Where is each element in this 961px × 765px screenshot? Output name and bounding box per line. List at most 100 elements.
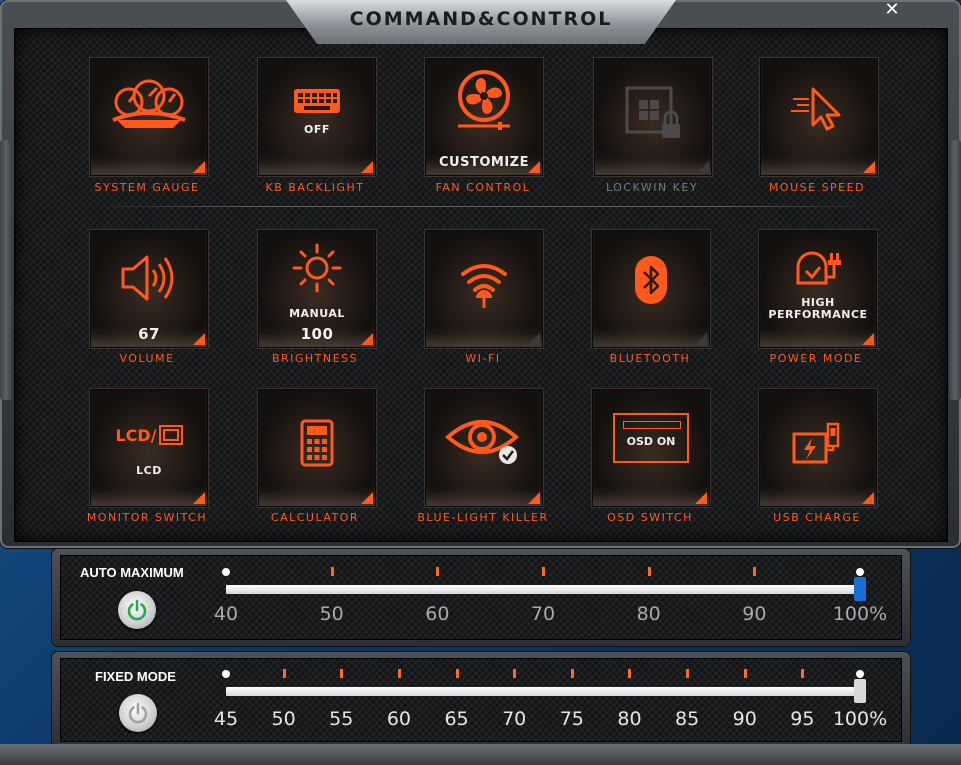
slider-end-dot bbox=[222, 568, 230, 576]
tile-label: POWER MODE bbox=[769, 352, 863, 365]
calculator-icon bbox=[259, 412, 375, 474]
slider-tick-label: 45 bbox=[213, 708, 239, 730]
close-icon: ✕ bbox=[884, 0, 900, 20]
window-bottom-edge bbox=[0, 744, 961, 765]
slider-tick-mark bbox=[743, 669, 747, 678]
slider-tick-mark bbox=[397, 669, 401, 678]
slider-track[interactable] bbox=[226, 585, 860, 594]
tile-corner-indicator bbox=[193, 492, 205, 504]
tile-corner-indicator bbox=[862, 492, 874, 504]
slider-tick-label: 85 bbox=[674, 708, 700, 730]
slider-track[interactable] bbox=[226, 687, 860, 696]
tile-kb-backlight[interactable]: OFF bbox=[258, 58, 376, 176]
slider-tick-mark bbox=[570, 669, 574, 678]
tile-calculator[interactable] bbox=[258, 389, 376, 507]
tile-corner-indicator bbox=[193, 333, 205, 345]
tile-system-gauge[interactable] bbox=[90, 58, 208, 176]
slider-tick-label: 100% bbox=[832, 603, 888, 625]
tile-label: MONITOR SWITCH bbox=[86, 511, 208, 524]
tile-wifi[interactable] bbox=[425, 230, 543, 348]
brightness-mode: MANUAL bbox=[289, 307, 345, 320]
monitor-switch-icon: LCD/ bbox=[91, 420, 207, 450]
tile-corner-indicator bbox=[863, 161, 875, 173]
slider-tick-label: 40 bbox=[213, 603, 239, 625]
slider-tick-label: 100% bbox=[832, 708, 888, 730]
app-title: COMMAND&CONTROL bbox=[349, 8, 613, 30]
tile-corner-indicator bbox=[862, 333, 874, 345]
auto-maximum-power-button[interactable] bbox=[118, 591, 156, 629]
wifi-icon bbox=[426, 253, 542, 315]
slider-tick-mark bbox=[628, 669, 632, 678]
slider-tick-label: 70 bbox=[502, 708, 527, 730]
tile-label: BLUE-LIGHT KILLER bbox=[417, 511, 549, 524]
power-plug-icon bbox=[760, 249, 876, 289]
volume-value: 67 bbox=[138, 325, 160, 343]
tile-label: BLUETOOTH bbox=[609, 352, 691, 365]
slider-tick-label: 55 bbox=[329, 708, 354, 730]
tile-power-mode[interactable]: HIGH PERFORMANCE bbox=[759, 230, 877, 348]
auto-maximum-panel: AUTO MAXIMUM 40 50 60 70 80 90 100% bbox=[52, 549, 910, 646]
power-icon bbox=[128, 702, 148, 724]
slider-tick-mark bbox=[330, 567, 334, 576]
tile-label: MOUSE SPEED bbox=[768, 181, 866, 194]
usb-charge-icon bbox=[760, 412, 876, 474]
close-button[interactable]: ✕ bbox=[882, 0, 902, 20]
slider-end-dot bbox=[856, 670, 864, 678]
tile-label: CALCULATOR bbox=[270, 511, 360, 524]
slider-tick-label: 70 bbox=[530, 603, 556, 625]
power-mode-line2: PERFORMANCE bbox=[768, 308, 868, 321]
tile-label: FAN CONTROL bbox=[435, 181, 531, 194]
slider-tick-mark bbox=[436, 567, 440, 576]
slider-thumb[interactable] bbox=[854, 577, 866, 601]
auto-maximum-inner bbox=[60, 555, 902, 640]
power-icon bbox=[127, 599, 147, 621]
tile-bluetooth[interactable] bbox=[592, 230, 710, 348]
slider-tick-mark bbox=[753, 567, 757, 576]
fan-control-status: CUSTOMIZE bbox=[439, 155, 529, 170]
eye-check-icon bbox=[426, 408, 542, 470]
osd-icon: OSD ON bbox=[593, 410, 709, 466]
tile-corner-indicator bbox=[528, 492, 540, 504]
slider-tick-mark bbox=[542, 567, 545, 576]
slider-tick-label: 50 bbox=[271, 708, 296, 730]
right-frame-decoration bbox=[949, 140, 961, 400]
tile-brightness[interactable]: MANUAL 100 bbox=[258, 230, 376, 348]
slider-tick-mark bbox=[686, 669, 690, 678]
slider-tick-mark bbox=[455, 669, 459, 678]
tile-label: SYSTEM GAUGE bbox=[94, 181, 200, 194]
slider-thumb[interactable] bbox=[854, 679, 866, 703]
slider-tick-label: 95 bbox=[790, 708, 815, 730]
tile-osd-switch[interactable]: OSD ON bbox=[592, 389, 710, 507]
tile-lockwin-key[interactable] bbox=[594, 58, 712, 176]
slider-tick-mark bbox=[340, 669, 344, 678]
slider-tick-label: 80 bbox=[636, 603, 661, 625]
slider-end-dot bbox=[856, 568, 864, 576]
slider-tick-label: 50 bbox=[319, 603, 344, 625]
fixed-mode-panel: FIXED MODE 45 50 55 60 65 70 75 80 85 90 95 100% bbox=[52, 652, 910, 748]
tile-corner-indicator bbox=[193, 161, 205, 173]
tile-monitor-switch[interactable]: LCD/ LCD bbox=[90, 389, 208, 507]
tile-corner-indicator bbox=[528, 333, 540, 345]
tile-label: WI-FI bbox=[465, 352, 501, 365]
slider-tick-label: 65 bbox=[444, 708, 469, 730]
tile-volume[interactable]: 67 bbox=[90, 230, 208, 348]
fixed-mode-power-button[interactable] bbox=[119, 694, 157, 732]
slider-tick-mark bbox=[282, 669, 286, 678]
tile-mouse-speed[interactable] bbox=[760, 58, 878, 176]
tile-fan-control[interactable]: CUSTOMIZE bbox=[425, 58, 543, 176]
main-window: COMMAND&CONTROL ✕ SYSTEM GAUGE OFF KB BA… bbox=[0, 0, 961, 548]
tile-label: VOLUME bbox=[119, 352, 175, 365]
tile-usb-charge[interactable] bbox=[759, 389, 877, 507]
slider-tick-label: 60 bbox=[386, 708, 411, 730]
fan-icon bbox=[426, 69, 542, 131]
auto-maximum-title: AUTO MAXIMUM bbox=[80, 565, 184, 580]
title-plate: COMMAND&CONTROL bbox=[286, 0, 676, 44]
slider-tick-label: 90 bbox=[742, 603, 767, 625]
fixed-mode-title: FIXED MODE bbox=[95, 669, 176, 684]
tile-blue-light-killer[interactable] bbox=[425, 389, 543, 507]
tile-label: LOCKWIN KEY bbox=[605, 181, 699, 194]
tile-label: USB CHARGE bbox=[773, 511, 861, 524]
tile-corner-indicator bbox=[361, 333, 373, 345]
slider-tick-label: 90 bbox=[732, 708, 757, 730]
sun-icon bbox=[259, 243, 375, 293]
